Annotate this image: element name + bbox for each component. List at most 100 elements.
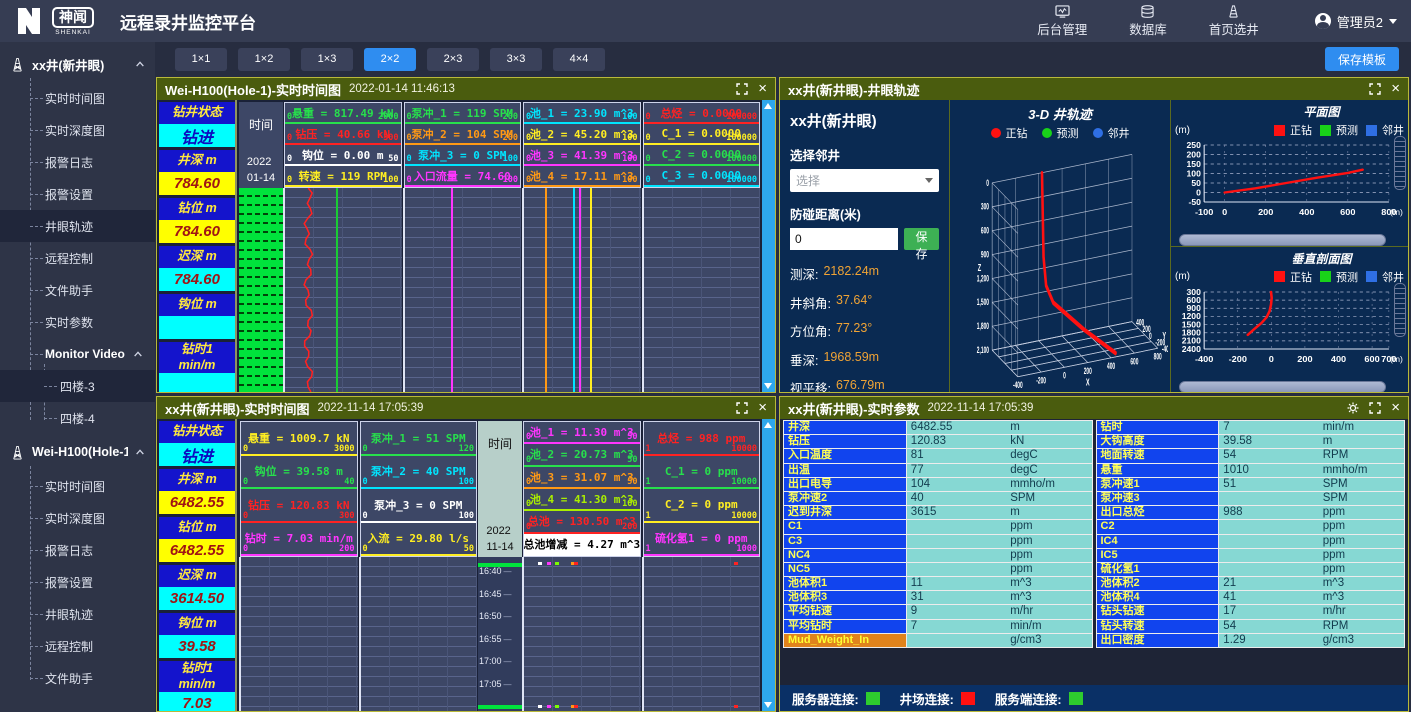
sidebar-item-远程控制[interactable]: 远程控制 bbox=[0, 242, 155, 274]
svg-text:400: 400 bbox=[1107, 360, 1115, 371]
gear-icon[interactable] bbox=[1347, 402, 1359, 414]
sidebar-item-报警日志[interactable]: 报警日志 bbox=[0, 534, 155, 566]
param-label-line: 钻井状态 bbox=[172, 424, 222, 440]
save-distance-button[interactable]: 保存 bbox=[904, 228, 939, 250]
anticollision-distance-input[interactable] bbox=[790, 228, 898, 250]
section-vslider[interactable] bbox=[1394, 283, 1406, 337]
layout-button-3×3[interactable]: 3×3 bbox=[490, 48, 542, 71]
layout-button-2×2[interactable]: 2×2 bbox=[364, 48, 416, 71]
layout-buttons: 1×1 1×2 1×3 2×2 2×3 3×3 4×4 bbox=[175, 48, 605, 71]
section-hscrollbar[interactable] bbox=[1179, 381, 1386, 393]
well-trajectory-3d-chart: 03006009001,2001,5001,8002,100Z-400-2000… bbox=[952, 143, 1168, 392]
sidebar-well-0[interactable]: xx井(新井眼) bbox=[0, 46, 155, 82]
database-icon bbox=[1140, 5, 1155, 18]
sidebar-item-井眼轨迹[interactable]: 井眼轨迹 bbox=[0, 598, 155, 630]
status-label: 井场连接: bbox=[900, 689, 954, 708]
curve-text: 池_4 = 17.11 m^3 bbox=[530, 168, 634, 184]
plan-view-legend: 正钻预测邻井 bbox=[1274, 122, 1404, 138]
svg-text:150: 150 bbox=[1187, 159, 1202, 169]
sidebar-item-实时参数[interactable]: 实时参数 bbox=[0, 306, 155, 338]
chart-vscrollbar[interactable] bbox=[762, 100, 775, 392]
param-unit: m/hr bbox=[1010, 605, 1033, 618]
sidebar-item-报警设置[interactable]: 报警设置 bbox=[0, 566, 155, 598]
table-cell-出温: 出温77degC bbox=[783, 463, 1093, 478]
sidebar-item-实时深度图[interactable]: 实时深度图 bbox=[0, 502, 155, 534]
sidebar-item-文件助手[interactable]: 文件助手 bbox=[0, 662, 155, 694]
sidebar-well-1[interactable]: Wei-H100(Hole-1) bbox=[0, 434, 155, 470]
scroll-down-icon[interactable] bbox=[764, 702, 772, 708]
curve-header-钩位: 0钩位 = 0.00 m50 bbox=[285, 145, 401, 166]
collapse-icon[interactable] bbox=[135, 448, 145, 456]
nav-admin[interactable]: 后台管理 bbox=[1037, 5, 1087, 38]
layout-button-1×1[interactable]: 1×1 bbox=[175, 48, 227, 71]
param-value-unit: 81degC bbox=[907, 448, 1093, 463]
plan-hscrollbar[interactable] bbox=[1179, 234, 1386, 246]
panel-realtime-weih100: Wei-H100(Hole-1)-实时时间图 2022-01-14 11:46:… bbox=[156, 77, 776, 393]
curve-min: 0 bbox=[526, 175, 531, 185]
svg-text:-200: -200 bbox=[1229, 354, 1247, 364]
table-cell-地面转速: 地面转速54RPM bbox=[1096, 448, 1406, 463]
scroll-up-icon[interactable] bbox=[764, 103, 772, 109]
nav-database[interactable]: 数据库 bbox=[1129, 5, 1167, 38]
save-template-button[interactable]: 保存模板 bbox=[1325, 47, 1399, 71]
expand-icon[interactable] bbox=[736, 83, 748, 95]
svg-text:50: 50 bbox=[1191, 178, 1201, 188]
sidebar-item-实时时间图[interactable]: 实时时间图 bbox=[0, 470, 155, 502]
table-cell-钻头转速: 钻头转速54RPM bbox=[1096, 619, 1406, 634]
chart-3d-title: 3-D 井轨迹 bbox=[952, 104, 1168, 123]
sidebar-item-报警设置[interactable]: 报警设置 bbox=[0, 178, 155, 210]
expand-icon[interactable] bbox=[1369, 402, 1381, 414]
trajectory-2d-column: 平面图 (m) 正钻预测邻井 250200150100500-50-100020… bbox=[1171, 100, 1408, 392]
expand-icon[interactable] bbox=[1369, 83, 1381, 95]
curve-max: 100 bbox=[622, 133, 637, 143]
close-icon[interactable]: × bbox=[1391, 83, 1400, 95]
sidebar-item-报警日志[interactable]: 报警日志 bbox=[0, 146, 155, 178]
curve-text: 总池增减 = 4.27 m^3 bbox=[524, 536, 640, 552]
expand-icon[interactable] bbox=[736, 402, 748, 414]
param-value-unit: g/cm3 bbox=[907, 633, 1093, 648]
sidebar-item-井眼轨迹[interactable]: 井眼轨迹 bbox=[0, 210, 155, 242]
sidebar-item-实时深度图[interactable]: 实时深度图 bbox=[0, 114, 155, 146]
chart-vscrollbar[interactable] bbox=[762, 419, 775, 711]
legend-swatch bbox=[991, 128, 1001, 138]
param-unit: SPM bbox=[1323, 478, 1348, 491]
sidebar-item-label: 井眼轨迹 bbox=[45, 606, 93, 623]
layout-button-1×2[interactable]: 1×2 bbox=[238, 48, 290, 71]
plan-vslider[interactable] bbox=[1394, 136, 1406, 190]
sidebar-item-四楼-4[interactable]: 四楼-4 bbox=[0, 402, 155, 434]
layout-button-2×3[interactable]: 2×3 bbox=[427, 48, 479, 71]
curve-text: 池_3 = 41.39 m^3 bbox=[530, 147, 634, 163]
scroll-up-icon[interactable] bbox=[764, 422, 772, 428]
sidebar-item-实时时间图[interactable]: 实时时间图 bbox=[0, 82, 155, 114]
curve-header-入流: 0入流 = 29.80 l/s50 bbox=[361, 523, 477, 557]
svg-text:200: 200 bbox=[1187, 150, 1202, 160]
curve-header-总烃: 0总烃 = 0.0000100000 bbox=[644, 103, 760, 124]
offset-well-select[interactable]: 选择 bbox=[790, 169, 939, 192]
close-icon[interactable]: × bbox=[1391, 402, 1400, 414]
scroll-down-icon[interactable] bbox=[764, 383, 772, 389]
sidebar-item-文件助手[interactable]: 文件助手 bbox=[0, 274, 155, 306]
sidebar-item-远程控制[interactable]: 远程控制 bbox=[0, 630, 155, 662]
param-value-unit: 17m/hr bbox=[1219, 604, 1405, 619]
close-icon[interactable]: × bbox=[758, 83, 767, 95]
collapse-icon[interactable] bbox=[133, 350, 143, 358]
table-row: 平均钻速9m/hr钻头钻速17m/hr bbox=[783, 604, 1405, 619]
layout-button-1×3[interactable]: 1×3 bbox=[301, 48, 353, 71]
track-header-2: 0池_1 = 23.90 m^31000池_2 = 45.20 m^31000池… bbox=[523, 102, 641, 188]
sidebar-item-label: 报警设置 bbox=[45, 574, 93, 591]
collapse-icon[interactable] bbox=[135, 60, 145, 68]
param-value-unit: 7min/m bbox=[1219, 420, 1405, 435]
user-menu[interactable]: 管理员2 bbox=[1315, 12, 1397, 31]
nav-home-well[interactable]: 首页选井 bbox=[1209, 5, 1259, 38]
table-cell-出口总烃: 出口总烃988ppm bbox=[1096, 505, 1406, 520]
sidebar-item-四楼-3[interactable]: 四楼-3 bbox=[0, 370, 155, 402]
param-value: 6482.55 bbox=[159, 539, 235, 562]
close-icon[interactable]: × bbox=[758, 402, 767, 414]
param-label: 钻井状态 bbox=[159, 102, 235, 124]
sidebar-item-Monitor Video[interactable]: Monitor Video bbox=[0, 338, 155, 370]
param-label: 钻位 m bbox=[159, 198, 235, 220]
time-date: 202201-14 bbox=[247, 155, 275, 186]
data-dot bbox=[734, 562, 738, 565]
curve-min: 0 bbox=[526, 477, 531, 487]
layout-button-4×4[interactable]: 4×4 bbox=[553, 48, 605, 71]
